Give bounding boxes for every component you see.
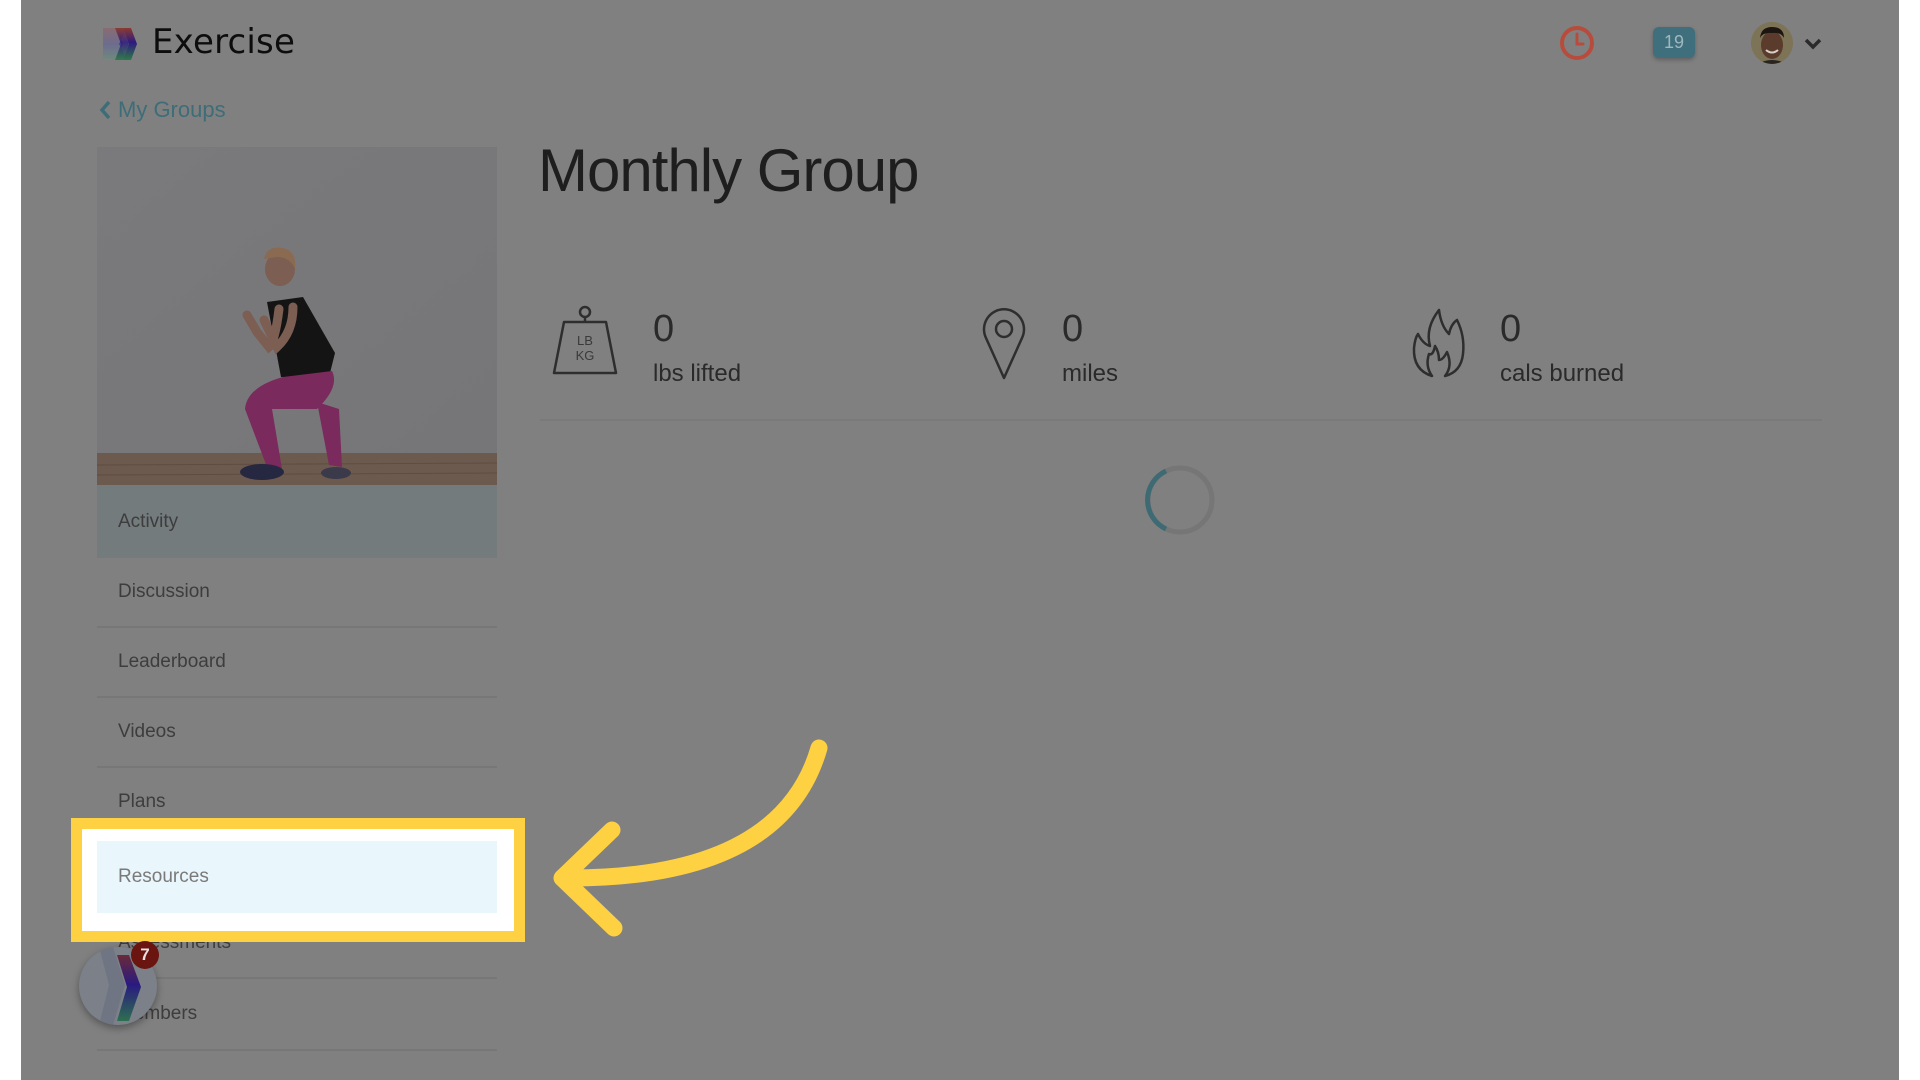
weight-icon-lb: LB — [577, 333, 593, 348]
sidebar-item-label: Leaderboard — [118, 651, 226, 672]
app-screen: Exercise 19 My Groups Activity Discussio… — [21, 0, 1899, 1080]
sidebar-item-leaderboard[interactable]: Leaderboard — [97, 628, 497, 698]
sidebar-item-label: Resources — [118, 866, 209, 887]
group-sidebar-nav: Activity Discussion Leaderboard Videos P… — [97, 485, 497, 1051]
notification-badge[interactable]: 19 — [1653, 27, 1695, 58]
loading-spinner — [1145, 465, 1215, 535]
sidebar-item-discussion[interactable]: Discussion — [97, 558, 497, 628]
sidebar-item-videos[interactable]: Videos — [97, 698, 497, 768]
stat-miles-value: 0 — [1062, 308, 1084, 350]
weight-icon-kg: KG — [576, 348, 595, 363]
stat-lbs-label: lbs lifted — [653, 360, 742, 387]
sidebar-item-label: Videos — [118, 721, 176, 742]
back-label: My Groups — [118, 97, 226, 122]
stats-divider — [540, 419, 1822, 421]
brand-name: Exercise — [152, 22, 296, 62]
stat-lbs-value: 0 — [653, 308, 675, 350]
stat-cals-value: 0 — [1500, 308, 1522, 350]
weight-icon: LB KG — [552, 305, 618, 375]
stat-cals-label: cals burned — [1500, 360, 1625, 387]
sidebar-item-members[interactable]: Members — [97, 979, 497, 1051]
launcher-badge: 7 — [131, 941, 159, 969]
sidebar-item-activity[interactable]: Activity — [97, 485, 497, 558]
chevron-left-icon — [99, 100, 111, 120]
clock-icon[interactable] — [1558, 24, 1596, 62]
exercise-logo[interactable] — [101, 26, 139, 62]
chevron-down-icon[interactable] — [1803, 33, 1823, 53]
flame-icon — [1412, 308, 1465, 378]
user-avatar[interactable] — [1751, 22, 1793, 64]
group-cover-image — [97, 147, 497, 485]
page-title: Monthly Group — [538, 137, 920, 204]
sidebar-item-label: Discussion — [118, 581, 210, 602]
sidebar-item-resources[interactable]: Resources — [97, 841, 497, 913]
sidebar-item-label: Plans — [118, 791, 166, 812]
back-to-my-groups-link[interactable]: My Groups — [98, 97, 226, 123]
map-pin-icon — [982, 308, 1026, 380]
avatar-image — [1751, 22, 1793, 64]
stat-miles-label: miles — [1062, 360, 1119, 387]
sidebar-item-label: Activity — [118, 510, 179, 532]
